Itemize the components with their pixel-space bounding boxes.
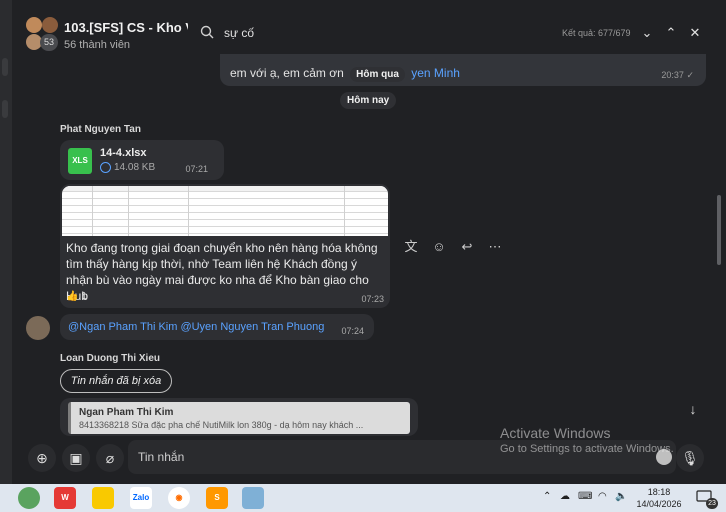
scroll-down-icon[interactable]: ↓ — [680, 396, 706, 422]
file-name: 14-4.xlsx — [100, 147, 147, 159]
avatar — [42, 17, 58, 33]
message-time: 07:23 — [361, 294, 384, 304]
sender-name[interactable]: Loan Duong Thi Xieu — [60, 353, 160, 364]
image-message[interactable]: Kho đang trong giai đoạn chuyển kho nên … — [60, 184, 390, 308]
notification-icon[interactable]: 23 — [696, 489, 718, 509]
zalo-icon[interactable]: Zalo — [130, 487, 152, 509]
message-time: 07:21 — [185, 164, 208, 174]
clock-time: 18:18 — [647, 487, 671, 497]
chevron-up-icon[interactable]: ⌃ — [662, 24, 680, 42]
group-avatar[interactable]: 53 — [26, 17, 58, 51]
sheet-col — [344, 186, 345, 236]
notification-count: 23 — [706, 498, 718, 509]
notepad-icon[interactable] — [242, 487, 264, 509]
volume-icon[interactable]: 🔈 — [615, 491, 627, 502]
message-time: 20:37 ✓ — [661, 70, 694, 81]
sheet-row — [62, 221, 388, 227]
avatar — [26, 17, 42, 33]
left-sidebar-strip — [0, 0, 12, 484]
mention-text[interactable]: @Ngan Pham Thi Kim @Uyen Nguyen Tran Phu… — [68, 321, 324, 333]
search-bar: sự cố Kết quả: 677/679 ⌄ ⌃ ✕ — [188, 18, 726, 48]
sidebar-handle[interactable] — [2, 58, 8, 76]
translate-icon[interactable]: 文 — [402, 238, 420, 256]
sheet-row — [62, 214, 388, 220]
wifi-icon[interactable]: ◠ — [598, 491, 607, 502]
browser-icon[interactable]: ◉ — [168, 487, 190, 509]
windows-taskbar: W Zalo ◉ S ⌃ ☁ ⌨ ◠ 🔈 18:18 14/04/2026 23 — [0, 484, 726, 512]
reply-message[interactable]: Ngan Pham Thi Kim 8413368218 Sữa đặc pha… — [60, 398, 418, 436]
quoted-message[interactable]: Ngan Pham Thi Kim 8413368218 Sữa đặc pha… — [68, 402, 410, 434]
app-icon[interactable] — [18, 487, 40, 509]
excel-file-icon: XLS — [68, 148, 92, 174]
chevron-up-icon[interactable]: ⌃ — [543, 491, 551, 502]
search-icon — [200, 25, 214, 39]
scrollbar[interactable] — [717, 195, 721, 265]
watermark-title: Activate Windows — [500, 425, 611, 441]
message-text: Kho đang trong giai đoạn chuyển kho nên … — [66, 241, 378, 303]
reply-icon[interactable]: ↩ — [458, 238, 476, 256]
time-text: 20:37 — [661, 70, 684, 80]
sheet-header-row — [62, 186, 388, 192]
clock-date: 14/04/2026 — [636, 499, 682, 509]
sender-name[interactable]: Phat Nguyen Tan — [60, 124, 141, 135]
avatar-count-badge: 53 — [40, 34, 58, 51]
sheet-col — [128, 186, 129, 236]
watermark-subtitle: Go to Settings to activate Windows. — [500, 443, 674, 455]
quoted-text: 8413368218 Sữa đặc pha chế NutiMilk lon … — [79, 420, 364, 430]
add-icon[interactable]: ⊕ — [28, 444, 56, 472]
reaction-badge[interactable]: 👍 1 — [66, 291, 87, 302]
message-bubble[interactable]: @Ngan Pham Thi Kim @Uyen Nguyen Tran Phu… — [60, 314, 374, 340]
message-placeholder: Tin nhắn — [138, 450, 185, 464]
close-icon[interactable]: ✕ — [686, 24, 704, 42]
search-input[interactable]: sự cố — [224, 26, 254, 40]
emoji-react-icon[interactable]: ☺ — [430, 238, 448, 256]
wps-icon[interactable]: W — [54, 487, 76, 509]
sticky-notes-icon[interactable] — [92, 487, 114, 509]
cloud-icon[interactable]: ☁ — [560, 491, 570, 502]
member-count[interactable]: 56 thành viên — [64, 39, 130, 51]
avatar[interactable] — [26, 316, 50, 340]
image-icon[interactable]: ▣ — [62, 444, 90, 472]
search-result-count: Kết quả: 677/679 — [562, 28, 631, 38]
read-check-icon: ✓ — [686, 70, 694, 80]
sheet-col — [92, 186, 93, 236]
date-pill-yesterday: Hôm qua — [350, 67, 405, 82]
message-text-part: em với ạ, em cảm ơn — [230, 66, 344, 80]
message-time: 07:24 — [341, 326, 364, 336]
quoted-sender: Ngan Pham Thi Kim — [79, 407, 174, 418]
sheet-row — [62, 207, 388, 213]
mention-link[interactable]: yen Minh — [411, 66, 460, 80]
file-attachment[interactable]: XLS 14-4.xlsx 14.08 KB 07:21 — [60, 140, 224, 180]
chat-window: 53 103.[SFS] CS - Kho Vận 56 thành viên … — [0, 0, 726, 484]
language-icon[interactable]: ⌨ — [578, 491, 592, 502]
chevron-down-icon[interactable]: ⌄ — [638, 24, 656, 42]
taskbar-clock[interactable]: 18:18 14/04/2026 — [636, 486, 682, 510]
more-options-icon[interactable]: ⋯ — [486, 238, 504, 256]
sublime-icon[interactable]: S — [206, 487, 228, 509]
sheet-row — [62, 193, 388, 199]
microphone-icon[interactable]: 🎙 — [676, 444, 704, 472]
attach-icon[interactable]: ⌀ — [96, 444, 124, 472]
file-size: 14.08 KB — [114, 162, 156, 173]
date-pill-today: Hôm nay — [340, 92, 397, 109]
download-icon[interactable] — [100, 162, 111, 173]
sidebar-handle[interactable] — [2, 100, 8, 118]
activate-windows-watermark: Activate Windows Go to Settings to activ… — [500, 425, 674, 455]
sheet-row — [62, 228, 388, 234]
sheet-row — [62, 200, 388, 206]
deleted-message: Tin nhắn đã bị xóa — [60, 369, 172, 393]
sheet-col — [188, 186, 189, 236]
message-bubble[interactable]: em với ạ, em cảm ơn Hôm qua yen Minh 20:… — [220, 54, 706, 86]
spreadsheet-screenshot-image[interactable] — [62, 186, 388, 236]
message-text: em với ạ, em cảm ơn Hôm qua yen Minh — [230, 66, 460, 82]
